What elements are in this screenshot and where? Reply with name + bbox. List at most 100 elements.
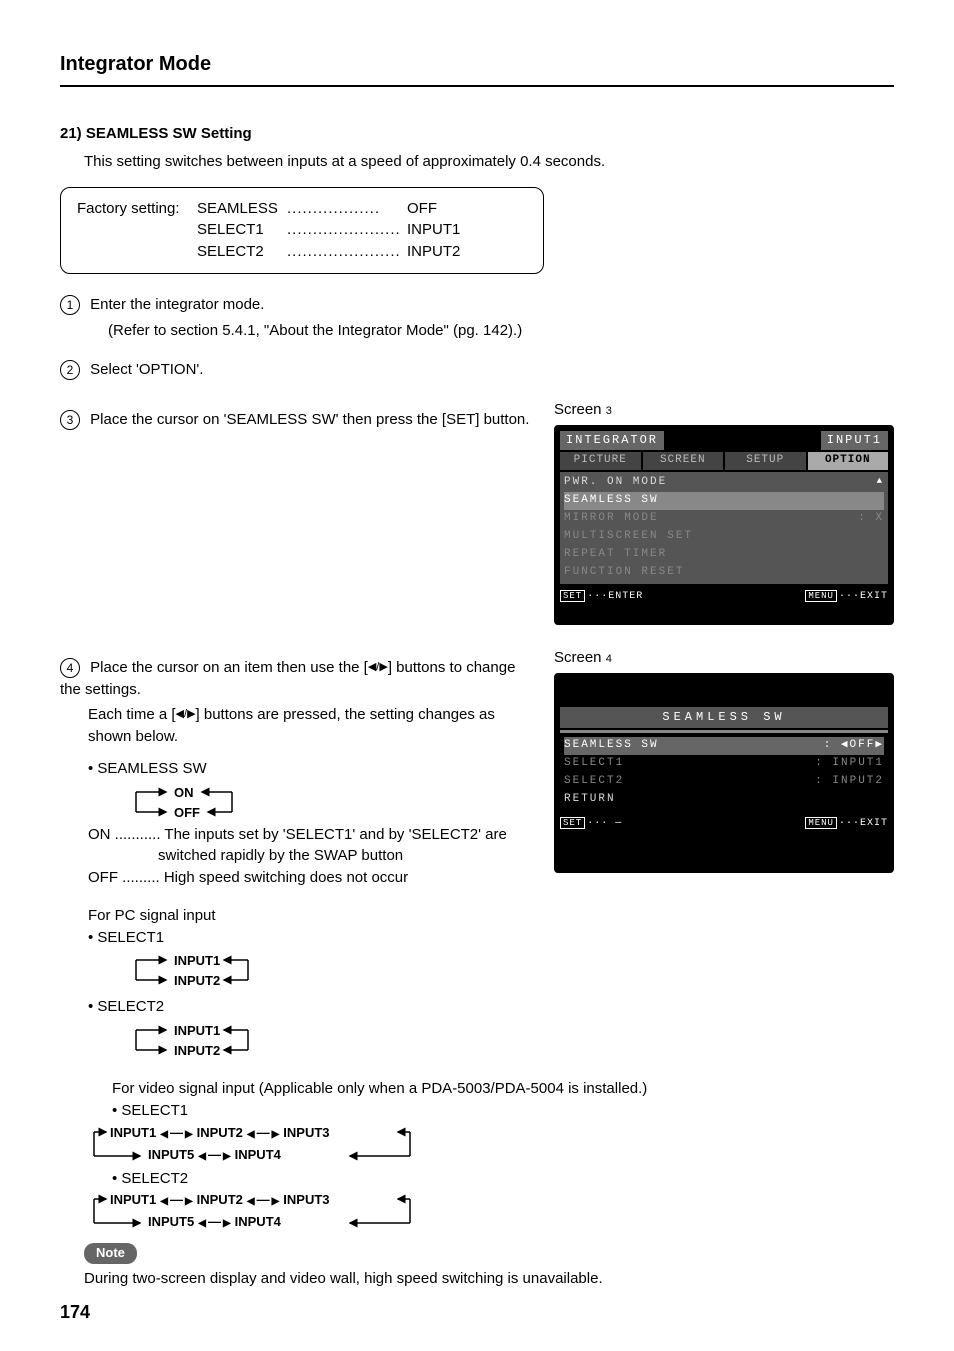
factory-row-value: INPUT1 bbox=[407, 219, 460, 241]
osd-row-value: : X bbox=[858, 511, 884, 527]
step-number-icon: 1 bbox=[60, 295, 80, 315]
screen-label-text: Screen bbox=[554, 401, 606, 418]
select2-video-cycle: INPUT1 — INPUT2 — INPUT3 INPUT5 — INPUT4 bbox=[80, 1189, 440, 1235]
osd-tab: SETUP bbox=[725, 452, 806, 470]
cycle-option: INPUT4 bbox=[235, 1214, 281, 1229]
triangle-up-icon: ▲ bbox=[877, 475, 884, 491]
osd-row-value: : INPUT2 bbox=[815, 774, 884, 790]
osd-row-label: MIRROR MODE bbox=[564, 511, 659, 527]
note-badge: Note bbox=[84, 1243, 137, 1264]
page-number: 174 bbox=[60, 1299, 90, 1325]
note-text: During two-screen display and video wall… bbox=[84, 1268, 894, 1290]
step-number-icon: 3 bbox=[606, 405, 612, 417]
step-text: Place the cursor on 'SEAMLESS SW' then p… bbox=[90, 411, 529, 428]
factory-setting-box: Factory setting: SEAMLESS ..............… bbox=[60, 187, 544, 274]
osd-footer-right: EXIT bbox=[860, 818, 888, 829]
step-number-icon: 4 bbox=[606, 653, 612, 665]
pc-signal-heading: For PC signal input bbox=[88, 905, 530, 927]
factory-row-value: OFF bbox=[407, 198, 437, 220]
cycle-option: INPUT2 bbox=[174, 1042, 220, 1061]
cycle-option: INPUT1 bbox=[174, 1022, 220, 1041]
leader-dots: ...................... bbox=[287, 241, 407, 263]
osd-row-value: : ◀OFF▶ bbox=[824, 738, 884, 754]
select2-pc-cycle: INPUT1 INPUT2 bbox=[108, 1018, 268, 1062]
leader-dots: ...................... bbox=[287, 219, 407, 241]
step-sub-a: Each time a [ bbox=[88, 706, 176, 723]
screen-3-label: Screen 3 bbox=[554, 399, 894, 421]
bidir-arrow-icon: — bbox=[198, 1146, 230, 1165]
bidir-arrow-icon: — bbox=[160, 1191, 192, 1210]
cycle-option: INPUT1 bbox=[110, 1192, 156, 1207]
select1-video-cycle: INPUT1—INPUT2—INPUT3 INPUT5—INPUT4 bbox=[80, 1122, 440, 1168]
pc-select1-bullet: • SELECT1 bbox=[88, 927, 530, 949]
osd-menu: PWR. ON MODE▲ SEAMLESS SW MIRROR MODE: X… bbox=[560, 472, 888, 584]
cycle-option-on: ON bbox=[174, 784, 194, 803]
on-description: ON ........... The inputs set by 'SELECT… bbox=[88, 824, 530, 868]
left-right-arrow-icon: ◀/▶ bbox=[176, 708, 196, 720]
osd-row-label: SELECT2 bbox=[564, 774, 624, 790]
osd-header-left: INTEGRATOR bbox=[560, 431, 664, 450]
osd-row-label: SELECT1 bbox=[564, 756, 624, 772]
screen-4-label: Screen 4 bbox=[554, 647, 894, 669]
step-1: 1 Enter the integrator mode. bbox=[60, 294, 894, 316]
osd-footer-left: — bbox=[615, 818, 622, 829]
cycle-option: INPUT4 bbox=[235, 1147, 281, 1162]
osd-key-tag: SET bbox=[560, 817, 585, 829]
bidir-arrow-icon: — bbox=[247, 1124, 279, 1143]
cycle-option: INPUT2 bbox=[197, 1125, 243, 1140]
cycle-option: INPUT1 bbox=[110, 1125, 156, 1140]
cycle-option: INPUT5 bbox=[148, 1147, 194, 1162]
osd-menu: SEAMLESS SW : ◀OFF▶ SELECT1 : INPUT1 SELEC… bbox=[560, 735, 888, 811]
osd-row-label: SEAMLESS SW bbox=[564, 493, 659, 509]
step-2: 2 Select 'OPTION'. bbox=[60, 359, 894, 381]
video-signal-heading: For video signal input (Applicable only … bbox=[112, 1078, 894, 1100]
bidir-arrow-icon: — bbox=[198, 1213, 230, 1232]
factory-row-name: SELECT1 bbox=[197, 219, 287, 241]
osd-screen-4: SEAMLESS SW SEAMLESS SW : ◀OFF▶ SELECT1 : … bbox=[554, 673, 894, 873]
osd-footer-left: ENTER bbox=[608, 591, 643, 602]
step-text-a: Place the cursor on an item then use the… bbox=[90, 659, 368, 676]
osd-row-label: MULTISCREEN SET bbox=[564, 529, 693, 545]
osd-row-label: FUNCTION RESET bbox=[564, 565, 684, 581]
step-text: Select 'OPTION'. bbox=[90, 361, 203, 378]
cycle-option: INPUT2 bbox=[197, 1192, 243, 1207]
cycle-option: INPUT5 bbox=[148, 1214, 194, 1229]
screen-label-text: Screen bbox=[554, 649, 606, 666]
step-number-icon: 2 bbox=[60, 360, 80, 380]
osd-key-tag: MENU bbox=[805, 817, 837, 829]
page-title: Integrator Mode bbox=[60, 50, 894, 87]
cycle-option: INPUT3 bbox=[283, 1125, 329, 1140]
osd-screen-3: INTEGRATOR INPUT1 PICTURE SCREEN SETUP O… bbox=[554, 425, 894, 625]
step-number-icon: 3 bbox=[60, 410, 80, 430]
cycle-option: INPUT2 bbox=[174, 972, 220, 991]
factory-row-value: INPUT2 bbox=[407, 241, 460, 263]
osd-footer-right: EXIT bbox=[860, 591, 888, 602]
osd-tabs: PICTURE SCREEN SETUP OPTION bbox=[560, 452, 888, 470]
factory-label: Factory setting: bbox=[77, 198, 197, 220]
step-3: 3 Place the cursor on 'SEAMLESS SW' then… bbox=[60, 409, 530, 431]
osd-row-value: : INPUT1 bbox=[815, 756, 884, 772]
factory-row-name: SELECT2 bbox=[197, 241, 287, 263]
osd-header-right: INPUT1 bbox=[821, 431, 888, 450]
section-heading: 21) SEAMLESS SW Setting bbox=[60, 123, 894, 145]
step-4: 4 Place the cursor on an item then use t… bbox=[60, 657, 530, 701]
osd-title: SEAMLESS SW bbox=[560, 707, 888, 728]
osd-row-label: RETURN bbox=[564, 792, 616, 808]
osd-tab: SCREEN bbox=[643, 452, 724, 470]
step-text: Enter the integrator mode. bbox=[90, 296, 264, 313]
cycle-option-off: OFF bbox=[174, 804, 200, 823]
pc-select2-bullet: • SELECT2 bbox=[88, 996, 530, 1018]
cycle-option: INPUT3 bbox=[283, 1192, 329, 1207]
select1-pc-cycle: INPUT1 INPUT2 bbox=[108, 948, 268, 992]
osd-row-label: SEAMLESS SW bbox=[564, 738, 659, 754]
step-4-sub: Each time a [◀/▶] buttons are pressed, t… bbox=[88, 704, 530, 748]
left-right-arrow-icon: ◀/▶ bbox=[368, 661, 388, 673]
bidir-arrow-icon: — bbox=[247, 1191, 279, 1210]
osd-tab: PICTURE bbox=[560, 452, 641, 470]
video-select2-bullet: • SELECT2 bbox=[112, 1168, 894, 1190]
step-number-icon: 4 bbox=[60, 658, 80, 678]
cycle-option: INPUT1 bbox=[174, 952, 220, 971]
step-1-sub: (Refer to section 5.4.1, "About the Inte… bbox=[108, 320, 894, 342]
osd-key-tag: SET bbox=[560, 590, 585, 602]
seamless-sw-bullet: • SEAMLESS SW bbox=[88, 758, 530, 780]
